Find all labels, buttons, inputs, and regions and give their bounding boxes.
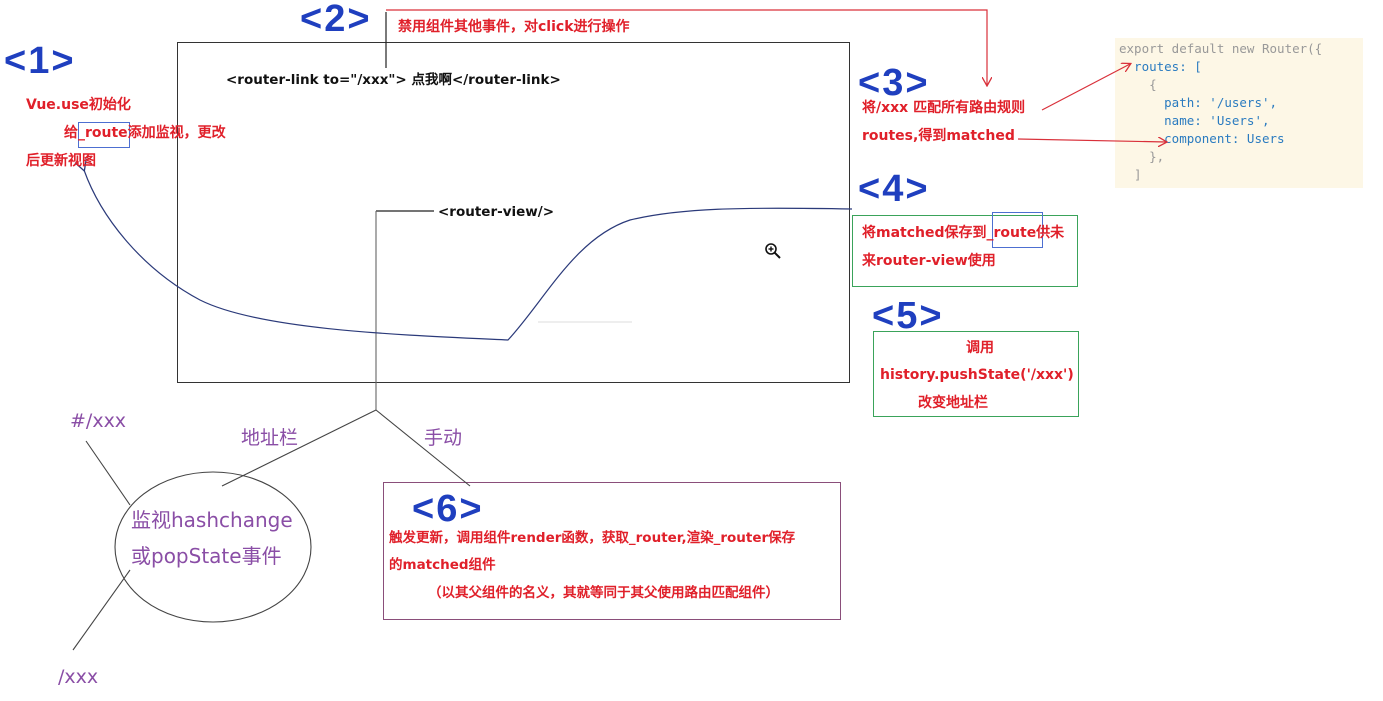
step1-line3: 后更新视图 (26, 153, 96, 169)
step3-to-component-arrow (1017, 139, 1166, 142)
hash-url-label: #/xxx (70, 410, 127, 432)
step5-line1: 调用 (966, 340, 994, 356)
hash-url-line (85, 440, 131, 506)
step2-text: 禁用组件其他事件，对click进行操作 (398, 19, 630, 35)
step6-line3: （以其父组件的名义，其就等同于其父使用路由匹配组件） (428, 585, 779, 601)
step4-line2: 来router-view使用 (862, 253, 996, 269)
path-url-line (72, 569, 131, 651)
step5-line3: 改变地址栏 (918, 395, 988, 411)
manual-label: 手动 (424, 427, 463, 449)
step4-number: <4> (858, 168, 930, 210)
step3-line2: routes,得到matched (862, 128, 1015, 144)
zoom-in-icon[interactable] (764, 242, 782, 260)
step3-line1: 将/xxx 匹配所有路由规则 (862, 100, 1026, 116)
step6-number: <6> (412, 488, 484, 530)
address-bar-label: 地址栏 (241, 427, 299, 449)
step3-number: <3> (858, 62, 930, 104)
step3-to-routes-arrow (1041, 64, 1130, 111)
step5-number: <5> (872, 295, 944, 337)
step4-line1: 将matched保存到_route供未 (862, 225, 1065, 241)
step1-line2: 给_route添加监视，更改 (64, 125, 226, 141)
router-link-code: <router-link to="/xxx"> 点我啊</router-link… (226, 72, 561, 88)
watch-line2: 或popState事件 (131, 544, 282, 568)
watch-line1: 监视hashchange (131, 508, 293, 532)
step6-line2: 的matched组件 (389, 557, 496, 573)
step5-line2: history.pushState('/xxx') (880, 367, 1074, 383)
step6-line1: 触发更新，调用组件render函数，获取_router,渲染_router保存 (389, 530, 796, 546)
step1-number: <1> (4, 40, 76, 82)
path-url-label: /xxx (58, 666, 99, 688)
step2-number: <2> (300, 0, 372, 40)
update-curve (84, 170, 853, 341)
router-view-code: <router-view/> (438, 204, 555, 220)
step1-line1: Vue.use初始化 (26, 97, 131, 113)
